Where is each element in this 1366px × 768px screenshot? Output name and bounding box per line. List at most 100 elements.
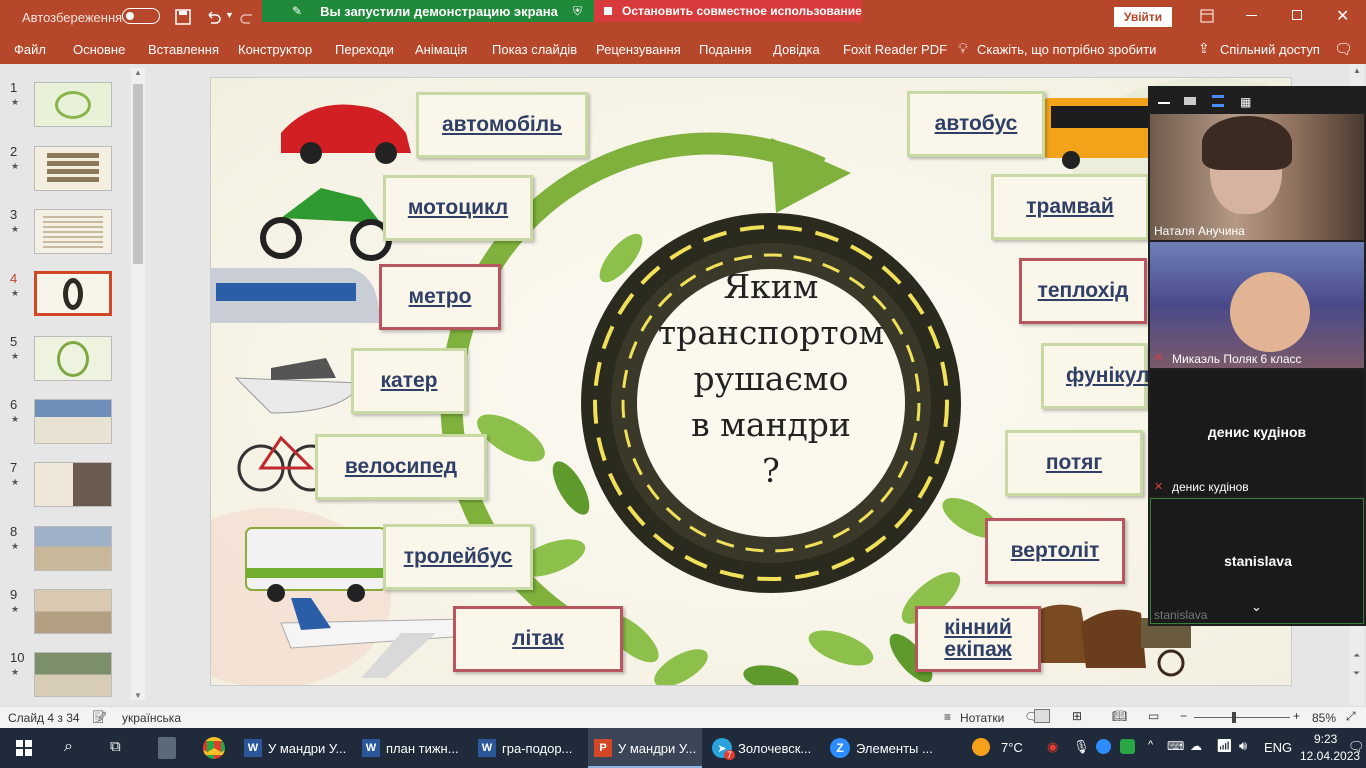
slide-thumbnail[interactable] <box>34 399 112 444</box>
save-icon[interactable] <box>175 9 191 25</box>
redo-icon[interactable] <box>240 9 256 25</box>
slide-thumbnail[interactable] <box>34 652 112 697</box>
signin-button[interactable]: Увійти <box>1114 7 1172 27</box>
speaker-view-icon[interactable] <box>1212 95 1224 107</box>
video-tile[interactable] <box>1150 114 1364 240</box>
weather-temperature[interactable]: 7°C <box>1001 740 1023 755</box>
clock-time[interactable]: 9:23 <box>1314 732 1337 746</box>
chevron-down-icon[interactable]: ⌄ <box>1251 599 1262 615</box>
tray-app-icon[interactable]: ◉ <box>1047 739 1058 755</box>
label-trolleybus[interactable]: тролейбус <box>383 524 533 590</box>
undo-dropdown-icon[interactable]: ▼ <box>225 10 234 20</box>
slide-thumbnail[interactable] <box>34 589 112 634</box>
label-horse-carriage[interactable]: кінний екіпаж <box>915 606 1041 672</box>
slide-thumbnail[interactable] <box>34 146 112 191</box>
label-car[interactable]: автомобіль <box>416 92 588 158</box>
share-button[interactable]: Спільний доступ <box>1220 42 1320 57</box>
zoom-in-icon[interactable]: + <box>1293 709 1300 723</box>
wifi-icon[interactable]: 📶︎ <box>1216 738 1233 754</box>
label-train[interactable]: потяг <box>1005 430 1143 496</box>
thumbnail-scrollbar[interactable]: ▲ ▼ <box>131 68 145 700</box>
task-view-icon[interactable]: ⧉ <box>110 738 121 755</box>
thumbnail-view-icon[interactable] <box>1184 97 1196 105</box>
label-airplane[interactable]: літак <box>453 606 623 672</box>
tray-green-icon[interactable] <box>1120 739 1135 754</box>
notes-button[interactable]: Нотатки <box>960 711 1004 725</box>
windows-start-icon[interactable] <box>16 740 32 756</box>
search-icon[interactable]: ⌕ <box>64 738 73 756</box>
video-tile[interactable]: денис кудінов <box>1150 370 1364 496</box>
label-helicopter[interactable]: вертоліт <box>985 518 1125 584</box>
calculator-icon[interactable] <box>158 737 176 759</box>
zoom-level[interactable]: 85% <box>1312 711 1336 725</box>
onedrive-icon[interactable]: ☁︎ <box>1190 739 1202 753</box>
volume-icon[interactable]: 🔊︎ <box>1239 738 1247 754</box>
fit-slide-icon[interactable]: ⤢ <box>1346 709 1356 724</box>
microphone-icon[interactable]: 🎙︎ <box>1073 739 1090 755</box>
label-boat[interactable]: катер <box>351 348 467 414</box>
tab-transitions[interactable]: Переходи <box>335 42 394 57</box>
tab-file[interactable]: Файл <box>14 42 46 57</box>
slide-thumbnail[interactable] <box>34 82 112 127</box>
taskbar-telegram[interactable]: ➤ 7 Золочевск... <box>706 728 820 768</box>
label-motorcycle[interactable]: мотоцикл <box>383 175 533 241</box>
slideshow-view-icon[interactable]: ▭ <box>1148 709 1159 723</box>
comments-icon[interactable]: 🗨︎ <box>1334 40 1353 58</box>
video-tile[interactable] <box>1150 242 1364 368</box>
label-bus[interactable]: автобус <box>907 91 1045 157</box>
autosave-toggle[interactable] <box>122 8 160 24</box>
scroll-up-icon[interactable]: ▲ <box>134 68 142 77</box>
slide-thumbnail[interactable] <box>34 209 112 254</box>
keyboard-icon[interactable]: ⌨︎ <box>1167 739 1184 753</box>
restore-icon[interactable] <box>1292 10 1302 20</box>
scroll-up-icon[interactable]: ▲ <box>1353 66 1361 75</box>
prev-slide-icon[interactable]: ⏶ <box>1353 650 1360 661</box>
close-icon[interactable]: ✕ <box>1336 6 1349 26</box>
scroll-thumb[interactable] <box>133 84 143 264</box>
stop-sharing-button[interactable]: Остановить совместное использование <box>594 0 862 22</box>
label-funicular[interactable]: фунікул <box>1041 343 1150 409</box>
video-tile-active[interactable]: stanislava ⌄ <box>1150 498 1364 624</box>
tab-view[interactable]: Подання <box>699 42 752 57</box>
weather-sun-icon[interactable] <box>972 738 990 756</box>
undo-icon[interactable] <box>205 9 221 25</box>
slide-thumbnail[interactable] <box>34 526 112 571</box>
tab-review[interactable]: Рецензування <box>596 42 681 57</box>
taskbar-zoom[interactable]: Z Элементы ... <box>824 728 938 768</box>
next-slide-icon[interactable]: ⏷ <box>1353 668 1360 679</box>
zoom-slider[interactable] <box>1194 712 1290 723</box>
zoom-tray-icon[interactable] <box>1096 739 1111 754</box>
label-bicycle[interactable]: велосипед <box>315 434 487 500</box>
language-indicator[interactable]: українська <box>122 711 181 725</box>
minimize-video-icon[interactable] <box>1158 102 1170 104</box>
taskbar-word-1[interactable]: WУ мандри У... <box>238 728 352 768</box>
tab-foxit[interactable]: Foxit Reader PDF <box>843 42 947 57</box>
taskbar-powerpoint[interactable]: PУ мандри У... <box>588 728 702 768</box>
slide-thumbnail[interactable] <box>34 336 112 381</box>
label-metro[interactable]: метро <box>379 264 501 330</box>
scroll-down-icon[interactable]: ▼ <box>134 691 142 700</box>
tab-insert[interactable]: Вставлення <box>148 42 219 57</box>
slide-thumbnail-selected[interactable] <box>34 271 112 316</box>
tab-design[interactable]: Конструктор <box>238 42 312 57</box>
gallery-view-icon[interactable]: ▦ <box>1240 95 1251 109</box>
reading-view-icon[interactable]: 📖︎ <box>1112 709 1127 723</box>
taskbar-word-3[interactable]: Wгра-подор... <box>472 728 586 768</box>
tab-help[interactable]: Довідка <box>773 42 820 57</box>
normal-view-icon[interactable] <box>1034 709 1050 723</box>
zoom-out-icon[interactable]: − <box>1180 709 1187 723</box>
slide-thumbnail[interactable] <box>34 462 112 507</box>
tell-me-search[interactable]: Скажіть, що потрібно зробити <box>977 42 1156 57</box>
label-ship[interactable]: теплохід <box>1019 258 1147 324</box>
spellcheck-icon[interactable]: 📝︎ <box>92 710 107 724</box>
tab-home[interactable]: Основне <box>73 42 125 57</box>
taskbar-word-2[interactable]: Wплан тижн... <box>356 728 470 768</box>
chrome-icon[interactable] <box>203 737 225 759</box>
input-language[interactable]: ENG <box>1264 740 1292 755</box>
slide-sorter-icon[interactable]: ⊞ <box>1072 709 1082 723</box>
slide-canvas[interactable]: Яким транспортом рушаємо в мандри ? авто… <box>210 77 1292 686</box>
tab-slideshow[interactable]: Показ слайдів <box>492 42 577 57</box>
tab-animations[interactable]: Анімація <box>415 42 467 57</box>
label-tram[interactable]: трамвай <box>991 174 1149 240</box>
minimize-icon[interactable] <box>1246 15 1257 16</box>
